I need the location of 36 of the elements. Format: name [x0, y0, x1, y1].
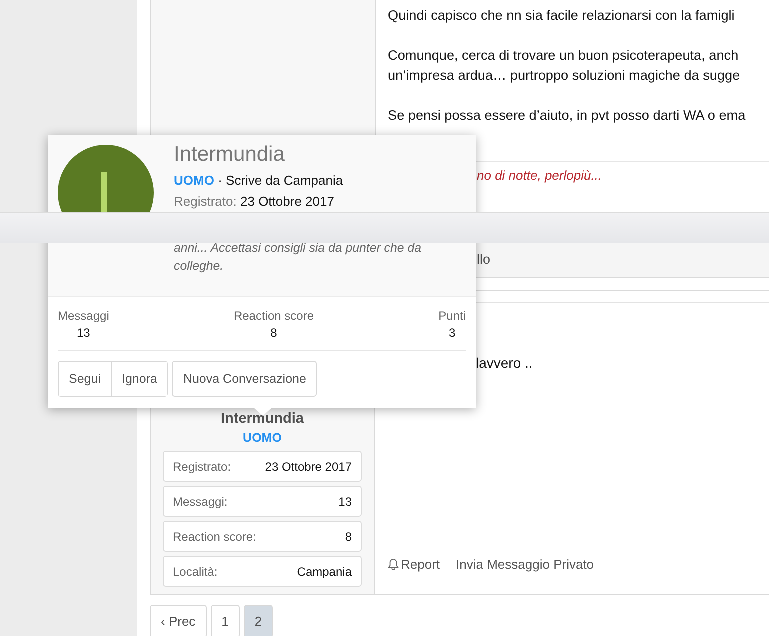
page-button[interactable]: ‹ Prec — [150, 605, 207, 636]
signature-text: no di notte, perlopiù... — [477, 168, 602, 183]
info-value: 13 — [338, 494, 352, 508]
stat-label: Punti — [438, 309, 466, 323]
user-title: UOMO — [174, 173, 214, 188]
stat-value: 8 — [270, 326, 278, 340]
info-label: Località: — [173, 564, 218, 578]
info-value: 23 Ottobre 2017 — [265, 460, 352, 474]
stat-value: 13 — [76, 326, 92, 340]
report-link[interactable]: Report — [388, 557, 440, 572]
message-text: lavvero .. — [476, 355, 533, 371]
popup-username[interactable]: Intermundia — [174, 143, 444, 167]
stat-value: 3 — [448, 326, 457, 340]
action-link[interactable]: Invia Messaggio Privato — [456, 557, 594, 572]
message-paragraph: Comunque, cerca di trovare un buon psicoterapeuta, anch un’impresa ardua… purtroppo soluzioni magiche da sugge — [388, 47, 742, 85]
popup-button[interactable]: Nuova Conversazione — [172, 361, 318, 397]
user-title: UOMO — [242, 431, 283, 445]
info-value: 8 — [345, 530, 352, 544]
info-value: Campania — [297, 564, 352, 578]
page-button[interactable]: 2 — [244, 605, 274, 636]
stat-label: Reaction score — [234, 309, 314, 323]
registered-date: 23 Ottobre 2017 — [240, 194, 334, 209]
footer-text: llo — [477, 252, 491, 266]
stat-label: Messaggi — [58, 309, 110, 323]
registered-label: Registrato: — [174, 194, 237, 209]
about-text: anni... Accettasi consigli sia da punter che da colleghe. — [174, 240, 422, 275]
info-label: Registrato: — [173, 460, 232, 474]
page-button[interactable]: 1 — [210, 605, 240, 636]
message-paragraph: Quindi capisco che nn sia facile relazionarsi con la famigli — [388, 7, 736, 25]
message-paragraph: Se pensi possa essere d’aiuto, in pvt posso darti WA o ema — [388, 107, 747, 125]
username[interactable]: Intermundia — [163, 411, 362, 427]
bell-icon — [388, 558, 399, 571]
popup-button[interactable]: Ignora — [110, 362, 168, 396]
info-label: Messaggi: — [173, 494, 228, 508]
location-text: · Scrive da Campania — [218, 173, 344, 188]
info-label: Reaction score: — [173, 530, 256, 544]
